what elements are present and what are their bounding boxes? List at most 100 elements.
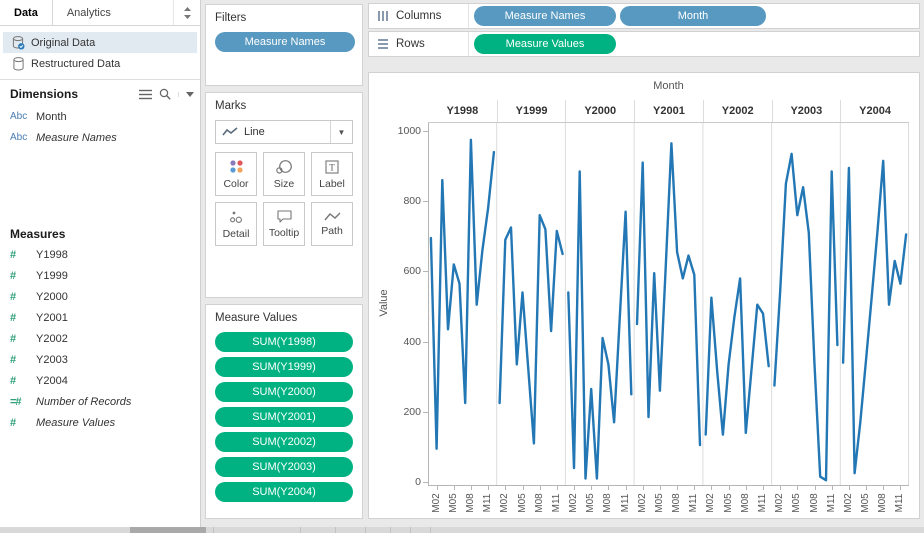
status-bar-separator [390, 527, 391, 533]
field-label: Measure Names [36, 131, 117, 144]
measure-field-y2001[interactable]: # Y2001 [0, 307, 200, 328]
y-tick-label: 800 [403, 195, 421, 208]
rows-shelf[interactable]: Rows Measure Values [368, 31, 920, 57]
filter-pill-measure-names[interactable]: Measure Names [215, 32, 355, 52]
database-icon [13, 56, 24, 71]
line-series-y2002[interactable] [704, 277, 770, 436]
measure-field-measure-values[interactable]: # Measure Values [0, 412, 200, 433]
status-bar-separator [430, 527, 431, 533]
data-pane: Data Analytics Original Data Restructure… [0, 0, 201, 527]
x-tick-label: M05 [585, 493, 597, 513]
button-label: Label [319, 177, 345, 190]
columns-pill-month[interactable]: Month [620, 6, 766, 26]
y-tick-mark [423, 271, 428, 273]
field-label: Y2001 [36, 311, 68, 324]
x-tick-label: M02 [842, 493, 854, 513]
search-icon[interactable] [159, 88, 171, 100]
panel-headers: Y1998 Y1999 Y2000 Y2001 Y2002 Y2003 Y2004 [428, 100, 909, 123]
dimensions-header: Dimensions [10, 87, 79, 101]
x-tick-label: M11 [482, 493, 494, 513]
datasource-original-data[interactable]: Original Data [3, 32, 197, 53]
filters-title: Filters [215, 12, 247, 24]
x-tick-label: M11 [894, 493, 906, 513]
x-tick-label: M08 [533, 493, 545, 513]
line-chart-icon [222, 127, 238, 136]
dropdown-caret-icon: ▼ [330, 121, 352, 143]
measure-pill-sum-y1998[interactable]: SUM(Y1998) [215, 332, 353, 352]
y-tick-mark [423, 201, 428, 203]
measure-pill-sum-y2003[interactable]: SUM(Y2003) [215, 457, 353, 477]
measure-field-number-of-records[interactable]: =# Number of Records [0, 391, 200, 412]
measure-field-y2003[interactable]: # Y2003 [0, 349, 200, 370]
measure-pill-sum-y2000[interactable]: SUM(Y2000) [215, 382, 353, 402]
button-label: Size [273, 178, 295, 190]
button-label: Color [223, 178, 249, 190]
measures-header: Measures [10, 227, 66, 241]
size-button[interactable]: Size [263, 152, 305, 196]
pane-sort-icon[interactable] [174, 0, 200, 25]
number-icon: # [10, 290, 16, 303]
line-series-y2003[interactable] [773, 152, 839, 482]
panel-header-y2000: Y2000 [565, 100, 634, 122]
dimensions-menu-caret-icon[interactable] [178, 91, 194, 97]
rows-icon [378, 39, 388, 49]
x-tick-label: M08 [739, 493, 751, 513]
panel-header-y2004: Y2004 [840, 100, 909, 122]
measure-pill-sum-y2002[interactable]: SUM(Y2002) [215, 432, 353, 452]
x-tick-label: M11 [619, 493, 631, 513]
calculated-number-icon: =# [10, 395, 22, 408]
x-tick-label: M08 [671, 493, 683, 513]
number-icon: # [10, 311, 16, 324]
measure-pill-sum-y2004[interactable]: SUM(Y2004) [215, 482, 353, 502]
measure-field-y1999[interactable]: # Y1999 [0, 265, 200, 286]
up-down-arrows-icon [183, 6, 191, 19]
panel-header-y2001: Y2001 [634, 100, 703, 122]
line-series-y1998[interactable] [429, 138, 496, 450]
measure-pill-sum-y1999[interactable]: SUM(Y1999) [215, 357, 353, 377]
detail-button[interactable]: Detail [215, 202, 257, 246]
tab-data[interactable]: Data [0, 0, 53, 25]
columns-label: Columns [396, 10, 442, 22]
measure-field-y2000[interactable]: # Y2000 [0, 286, 200, 307]
field-label: Y1998 [36, 248, 68, 261]
field-label: Y2002 [36, 332, 68, 345]
number-icon: # [10, 332, 16, 345]
line-series-y2000[interactable] [567, 170, 633, 480]
label-button[interactable]: T Label [311, 152, 353, 196]
rows-pill-measure-values[interactable]: Measure Values [474, 34, 616, 54]
line-series-y2001[interactable] [635, 142, 702, 447]
columns-pill-measure-names[interactable]: Measure Names [474, 6, 616, 26]
field-label: Y2000 [36, 290, 68, 303]
field-label: Measure Values [36, 416, 116, 429]
dimension-field-measure-names[interactable]: Abc Measure Names [0, 127, 200, 148]
detail-dots-icon [230, 211, 242, 223]
tooltip-button[interactable]: Tooltip [263, 202, 305, 246]
columns-shelf[interactable]: Columns Measure Names Month [368, 3, 920, 29]
button-label: Detail [222, 227, 250, 240]
measure-field-y2002[interactable]: # Y2002 [0, 328, 200, 349]
line-series-y1999[interactable] [498, 213, 564, 445]
line-series-y2004[interactable] [841, 159, 908, 475]
x-tick-label: M02 [499, 493, 511, 513]
number-icon: # [10, 416, 16, 429]
path-zigzag-icon [323, 212, 340, 221]
panel-header-y1999: Y1999 [496, 100, 566, 122]
mark-type-dropdown[interactable]: Line ▼ [215, 120, 353, 144]
datasource-restructured-data[interactable]: Restructured Data [3, 53, 197, 74]
tab-analytics[interactable]: Analytics [53, 0, 174, 25]
text-label-icon: T [325, 159, 339, 174]
x-tick-label: M02 [705, 493, 717, 513]
view-as-list-icon[interactable] [139, 89, 152, 100]
measure-field-y1998[interactable]: # Y1998 [0, 244, 200, 265]
button-label: Tooltip [268, 227, 300, 239]
path-button[interactable]: Path [311, 202, 353, 246]
dimension-field-month[interactable]: Abc Month [0, 106, 200, 127]
field-label: Y2004 [36, 374, 68, 387]
x-tick-label: M05 [860, 493, 872, 513]
status-bar-separator [410, 527, 411, 533]
measure-values-title: Measure Values [215, 312, 298, 324]
x-tick-label: M11 [825, 493, 837, 513]
measure-field-y2004[interactable]: # Y2004 [0, 370, 200, 391]
color-button[interactable]: Color [215, 152, 257, 196]
measure-pill-sum-y2001[interactable]: SUM(Y2001) [215, 407, 353, 427]
